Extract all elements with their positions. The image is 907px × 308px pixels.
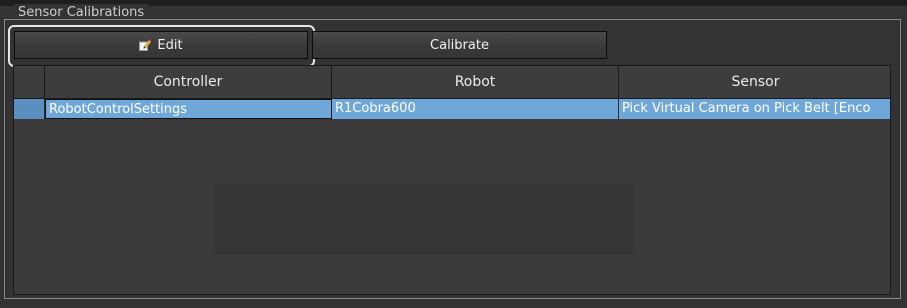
- edit-pencil-icon: [139, 39, 152, 51]
- column-header-robot[interactable]: Robot: [332, 66, 619, 98]
- column-header-controller[interactable]: Controller: [45, 66, 332, 98]
- empty-area-shade: [214, 184, 634, 254]
- sensor-calibrations-window: Sensor Calibrations Edit Calibrate Contr…: [0, 0, 907, 308]
- calibrate-button[interactable]: Calibrate: [312, 31, 607, 59]
- group-title: Sensor Calibrations: [14, 4, 149, 17]
- calibrations-table: Controller Robot Sensor RobotControlSett…: [13, 65, 891, 295]
- edit-button[interactable]: Edit: [14, 31, 308, 59]
- row-selector[interactable]: [14, 99, 45, 119]
- cell-controller[interactable]: RobotControlSettings: [45, 99, 332, 119]
- cell-robot[interactable]: R1Cobra600: [332, 99, 619, 119]
- row-header-corner: [14, 66, 45, 98]
- cell-sensor[interactable]: Pick Virtual Camera on Pick Belt [Enco: [619, 99, 890, 119]
- table-header: Controller Robot Sensor: [14, 66, 890, 99]
- edit-button-label: Edit: [157, 37, 183, 53]
- calibrate-button-label: Calibrate: [430, 37, 489, 53]
- table-row[interactable]: RobotControlSettings R1Cobra600 Pick Vir…: [14, 99, 890, 119]
- column-header-sensor[interactable]: Sensor: [619, 66, 890, 98]
